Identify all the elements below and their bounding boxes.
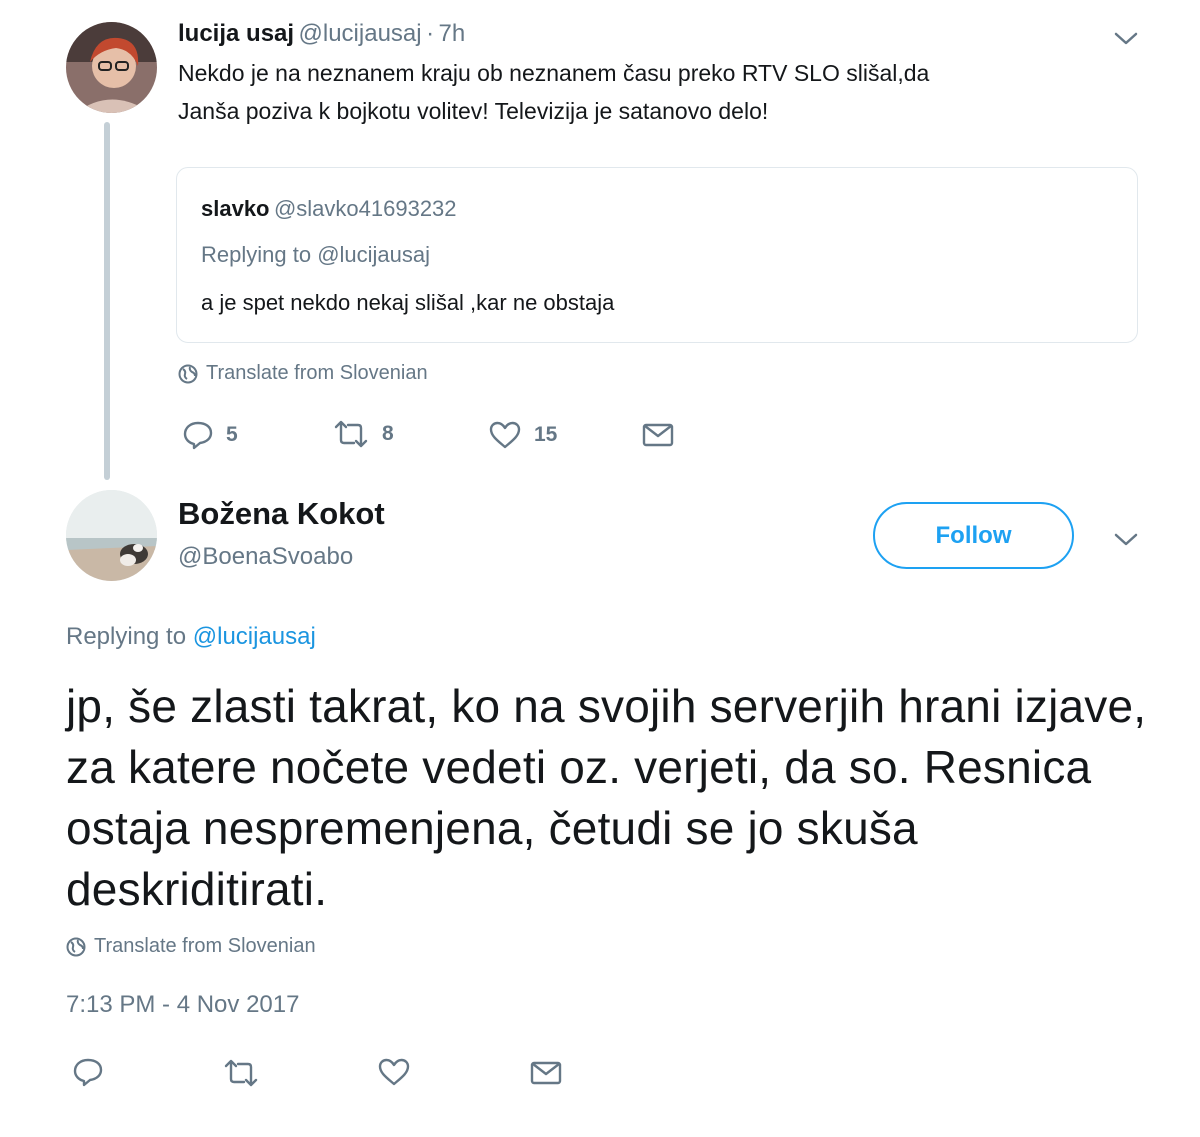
quote-replying-to: Replying to @lucijausaj	[201, 242, 430, 268]
parent-tweet-text: Nekdo je na neznanem kraju ob neznanem č…	[178, 54, 929, 130]
reply-icon	[183, 421, 213, 450]
quoted-tweet-card[interactable]: slavko @slavko41693232 Replying to @luci…	[176, 167, 1138, 343]
quote-author-handle: @slavko41693232	[273, 196, 457, 221]
translate-link[interactable]: Translate from Slovenian	[66, 935, 316, 958]
replying-prefix: Replying to	[201, 242, 312, 267]
main-author-name[interactable]: Božena Kokot	[178, 496, 385, 532]
quote-author-name: slavko	[201, 196, 270, 221]
like-button[interactable]: 15	[488, 420, 557, 450]
like-button[interactable]	[377, 1057, 411, 1092]
thread-connector-line	[104, 122, 110, 480]
translate-label: Translate from Slovenian	[206, 362, 428, 384]
globe-icon	[178, 364, 198, 383]
replying-handle: @lucijausaj	[317, 242, 431, 267]
reply-button[interactable]: 5	[182, 420, 238, 450]
retweet-button[interactable]: 8	[332, 420, 394, 448]
reply-button[interactable]	[72, 1057, 104, 1092]
reply-icon	[73, 1058, 103, 1087]
follow-button[interactable]: Follow	[873, 502, 1074, 569]
message-button[interactable]	[642, 422, 674, 448]
parent-tweet-header: lucija usaj @lucijausaj · 7h	[178, 20, 465, 48]
replying-prefix: Replying to	[66, 623, 187, 650]
chevron-down-icon[interactable]	[1113, 30, 1139, 51]
chevron-down-icon[interactable]	[1113, 531, 1139, 552]
author-name[interactable]: lucija usaj	[178, 20, 294, 47]
tweet-text-line: Janša poziva k bojkotu volitev! Televizi…	[178, 98, 769, 124]
replying-to: Replying to @lucijausaj	[66, 623, 316, 651]
main-tweet-text: jp, še zlasti takrat, ko na svojih serve…	[66, 680, 1147, 915]
translate-label: Translate from Slovenian	[94, 935, 316, 957]
tweet-time[interactable]: 7h	[439, 20, 466, 47]
tweet-timestamp[interactable]: 7:13 PM - 4 Nov 2017	[66, 991, 299, 1019]
replying-handle[interactable]: @lucijausaj	[193, 623, 316, 650]
retweet-count: 8	[382, 422, 394, 445]
retweet-button[interactable]	[222, 1059, 260, 1092]
message-button[interactable]	[530, 1060, 562, 1091]
translate-link[interactable]: Translate from Slovenian	[178, 362, 428, 385]
like-icon	[489, 421, 521, 449]
reply-count: 5	[226, 423, 238, 446]
message-icon	[530, 1061, 562, 1085]
like-icon	[378, 1058, 410, 1086]
avatar-bozena[interactable]	[66, 490, 157, 581]
avatar-lucija[interactable]	[66, 22, 157, 113]
message-icon	[642, 423, 674, 447]
tweet-text-line: Nekdo je na neznanem kraju ob neznanem č…	[178, 60, 930, 86]
separator-dot: ·	[426, 20, 435, 47]
author-handle[interactable]: @lucijausaj	[299, 20, 422, 47]
like-count: 15	[534, 423, 558, 446]
main-author-handle[interactable]: @BoenaSvoabo	[178, 543, 353, 571]
quote-text: a je spet nekdo nekaj slišal ,kar ne obs…	[201, 290, 615, 315]
retweet-icon	[334, 420, 368, 448]
globe-icon	[66, 937, 86, 956]
retweet-icon	[224, 1059, 258, 1087]
